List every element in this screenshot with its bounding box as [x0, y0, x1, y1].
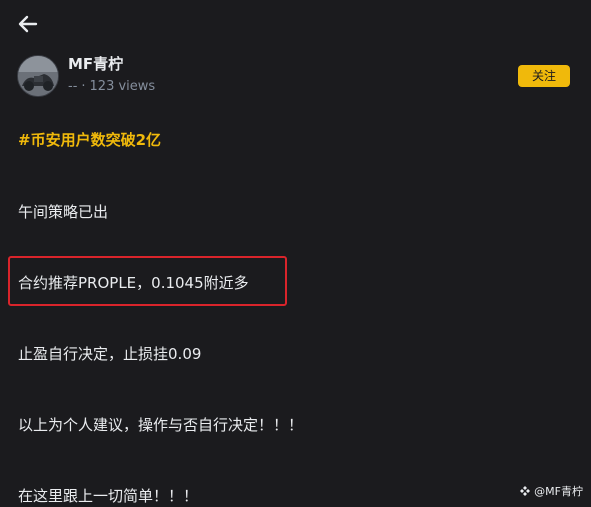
view-count: 123 views: [89, 79, 156, 94]
post-line-highlighted: 合约推荐PROPLE，0.1045附近多: [18, 274, 249, 292]
post-line: 止盈自行决定，止损挂0.09: [18, 345, 202, 363]
post-date: --: [68, 79, 78, 94]
follow-button[interactable]: 关注: [518, 65, 570, 87]
back-arrow-icon[interactable]: [17, 13, 39, 35]
post-detail-page: MF青柠 -- · 123 views 关注 #币安用户数突破2亿 午间策略已出 合…: [0, 0, 591, 507]
binance-logo-icon: [520, 486, 531, 496]
author-name[interactable]: MF青柠: [68, 54, 123, 74]
watermark: @MF青柠: [519, 483, 583, 499]
watermark-text: @MF青柠: [534, 485, 583, 498]
post-meta: -- · 123 views: [68, 78, 155, 96]
avatar[interactable]: [17, 55, 59, 97]
post-line: 在这里跟上一切简单！！！: [18, 487, 199, 505]
meta-separator: ·: [81, 79, 86, 94]
hashtag-link[interactable]: #币安用户数突破2亿: [18, 129, 161, 151]
post-line: 以上为个人建议，操作与否自行决定！！！: [18, 416, 304, 434]
post-line: 午间策略已出: [18, 203, 109, 221]
